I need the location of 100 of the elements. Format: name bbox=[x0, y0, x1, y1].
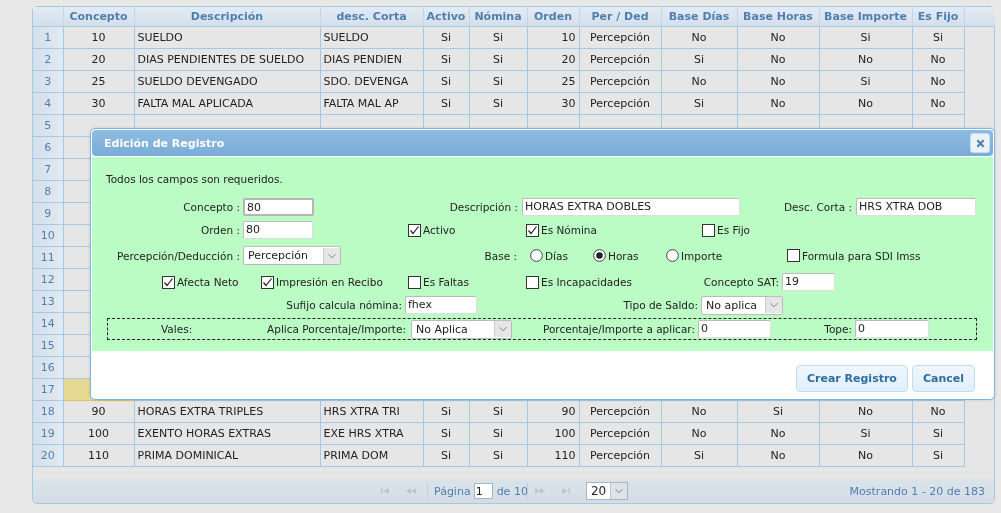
row-number: 17 bbox=[33, 378, 63, 401]
checkbox[interactable] bbox=[408, 223, 421, 237]
table-cell: SUELDO bbox=[320, 26, 423, 49]
row-number: 4 bbox=[33, 92, 63, 115]
table-cell: PRIMA DOMINICAL bbox=[134, 444, 320, 467]
input-field[interactable]: 0 bbox=[698, 320, 771, 338]
table-cell: Percepción bbox=[579, 444, 661, 467]
select-field[interactable]: Percepción bbox=[243, 246, 341, 265]
table-cell: SUELDO bbox=[134, 26, 320, 49]
radio-button[interactable] bbox=[593, 249, 606, 262]
row-number: 15 bbox=[33, 334, 63, 357]
radio-label: Importe bbox=[681, 249, 723, 262]
checkbox[interactable] bbox=[526, 223, 539, 237]
field-label: Tope: bbox=[823, 323, 852, 335]
field-label: Descripción : bbox=[448, 201, 518, 213]
input-field[interactable]: 80 bbox=[243, 221, 313, 239]
input-field[interactable]: HORAS EXTRA DOBLES bbox=[522, 198, 740, 216]
table-cell: Si bbox=[423, 70, 469, 93]
page-input[interactable]: 1 bbox=[473, 483, 493, 499]
row-number: 2 bbox=[33, 48, 63, 71]
form-note: Todos los campos son requeridos. bbox=[106, 173, 284, 187]
table-cell: Si bbox=[819, 422, 912, 445]
table-cell: Si bbox=[423, 444, 469, 467]
field-label: Vales: bbox=[161, 323, 194, 335]
table-cell: PRIMA DOM bbox=[320, 444, 423, 467]
row-number: 19 bbox=[33, 422, 63, 445]
table-cell: 30 bbox=[63, 92, 134, 115]
table-cell: 25 bbox=[63, 70, 134, 93]
checkbox-label: Es Incapacidades bbox=[541, 276, 632, 288]
table-cell: Si bbox=[469, 48, 527, 71]
page-count: de 10 bbox=[496, 484, 528, 498]
caret-icon bbox=[323, 247, 340, 264]
table-cell: No bbox=[737, 92, 819, 115]
checkbox[interactable] bbox=[787, 249, 800, 262]
checkbox[interactable] bbox=[408, 275, 421, 289]
row-number: 6 bbox=[33, 136, 63, 159]
table-cell: No bbox=[819, 92, 912, 115]
table-cell: No bbox=[661, 26, 737, 49]
table-cell: Si bbox=[661, 48, 737, 71]
table-cell: Percepción bbox=[579, 70, 661, 93]
radio-button[interactable] bbox=[530, 249, 543, 262]
checkbox-label: Es Fijo bbox=[717, 224, 750, 236]
field-label: Concepto : bbox=[182, 201, 240, 213]
checkbox[interactable] bbox=[526, 275, 539, 289]
row-number: 5 bbox=[33, 114, 63, 137]
table-cell: Si bbox=[912, 422, 964, 445]
input-field[interactable]: HRS XTRA DOB bbox=[856, 198, 976, 216]
table-cell: Si bbox=[819, 26, 912, 49]
row-number: 10 bbox=[33, 224, 63, 247]
table-cell: Si bbox=[423, 92, 469, 115]
row-number: 9 bbox=[33, 202, 63, 225]
table-cell: Percepción bbox=[579, 422, 661, 445]
table-cell: Percepción bbox=[579, 92, 661, 115]
table-cell: No bbox=[737, 444, 819, 467]
field-label: Concepto SAT: bbox=[702, 276, 779, 288]
table-cell: 100 bbox=[63, 422, 134, 445]
table-cell: Si bbox=[819, 70, 912, 93]
table-cell: No bbox=[912, 70, 964, 93]
checkbox-label: Activo bbox=[423, 224, 456, 236]
input-field[interactable]: 80 bbox=[243, 198, 314, 216]
table-cell: FALTA MAL APLICADA bbox=[134, 92, 320, 115]
radio-button[interactable] bbox=[666, 249, 679, 262]
radio-label: Horas bbox=[608, 249, 639, 262]
checkbox[interactable] bbox=[702, 223, 715, 237]
field-label: Aplica Porcentaje/Importe: bbox=[266, 323, 406, 335]
create-button[interactable]: Crear Registro bbox=[795, 365, 908, 392]
row-number: 18 bbox=[33, 400, 63, 423]
field-label: Orden : bbox=[199, 224, 240, 236]
select-field[interactable]: No Aplica bbox=[411, 319, 512, 339]
table-cell: DIAS PENDIENTES DE SUELDO bbox=[134, 48, 320, 71]
row-number: 20 bbox=[33, 444, 63, 467]
table-cell: No bbox=[737, 422, 819, 445]
radio-label: Días bbox=[545, 249, 568, 262]
table-cell: 20 bbox=[527, 48, 579, 71]
checkbox-label: Formula para SDI Imss bbox=[802, 249, 921, 262]
field-label: Base : bbox=[483, 249, 517, 262]
table-cell: Si bbox=[469, 70, 527, 93]
input-field[interactable]: 19 bbox=[782, 273, 835, 291]
row-number: 12 bbox=[33, 268, 63, 291]
page-size-select[interactable]: 20 bbox=[585, 482, 628, 500]
checkbox-label: Es Nómina bbox=[541, 224, 597, 236]
field-label: Tipo de Saldo: bbox=[622, 299, 698, 311]
checkbox-label: Afecta Neto bbox=[177, 276, 239, 288]
cancel-button[interactable]: Cancel bbox=[911, 365, 975, 392]
close-button[interactable] bbox=[970, 133, 990, 153]
input-field[interactable]: 0 bbox=[855, 320, 929, 338]
table-cell: 20 bbox=[63, 48, 134, 71]
close-icon bbox=[975, 138, 985, 148]
input-field[interactable]: fhex bbox=[405, 296, 477, 314]
checkbox[interactable] bbox=[162, 275, 175, 289]
table-cell: Percepción bbox=[579, 48, 661, 71]
table-cell: No bbox=[661, 70, 737, 93]
row-number: 13 bbox=[33, 290, 63, 313]
checkbox[interactable] bbox=[261, 275, 274, 289]
select-field[interactable]: No aplica bbox=[701, 295, 783, 315]
table-cell: No bbox=[912, 92, 964, 115]
table-cell: 10 bbox=[527, 26, 579, 49]
table-cell: No bbox=[912, 48, 964, 71]
table-cell: DIAS PENDIEN bbox=[320, 48, 423, 71]
record-count: Mostrando 1 - 20 de 183 bbox=[849, 484, 985, 498]
